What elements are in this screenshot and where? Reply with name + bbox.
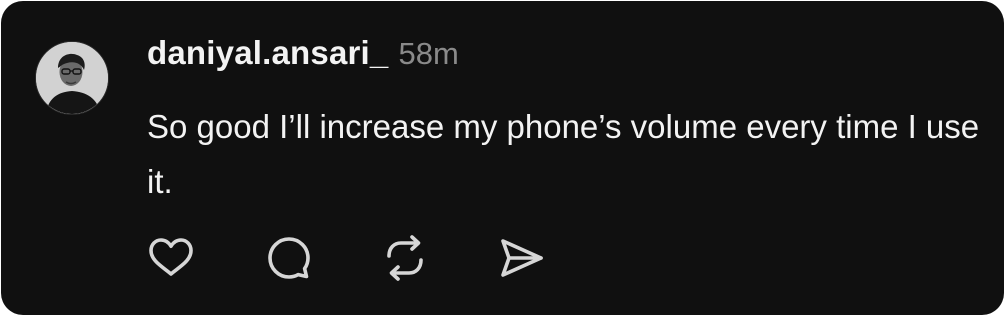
repost-button[interactable] (381, 234, 429, 282)
post-text: So good I’ll increase my phone’s volume … (147, 108, 980, 200)
post-card: daniyal.ansari_ 58m So good I’ll increas… (1, 1, 1004, 315)
avatar[interactable] (35, 41, 109, 115)
timestamp: 58m (398, 36, 459, 71)
share-icon (501, 239, 543, 277)
repost-icon (387, 235, 423, 281)
like-button[interactable] (147, 234, 195, 282)
avatar-image (36, 42, 108, 114)
username[interactable]: daniyal.ansari_ (147, 34, 388, 72)
post-header: daniyal.ansari_ 58m (147, 34, 459, 80)
comment-icon (268, 237, 310, 279)
heart-icon (149, 238, 193, 276)
share-button[interactable] (497, 234, 545, 282)
comment-button[interactable] (265, 234, 313, 282)
